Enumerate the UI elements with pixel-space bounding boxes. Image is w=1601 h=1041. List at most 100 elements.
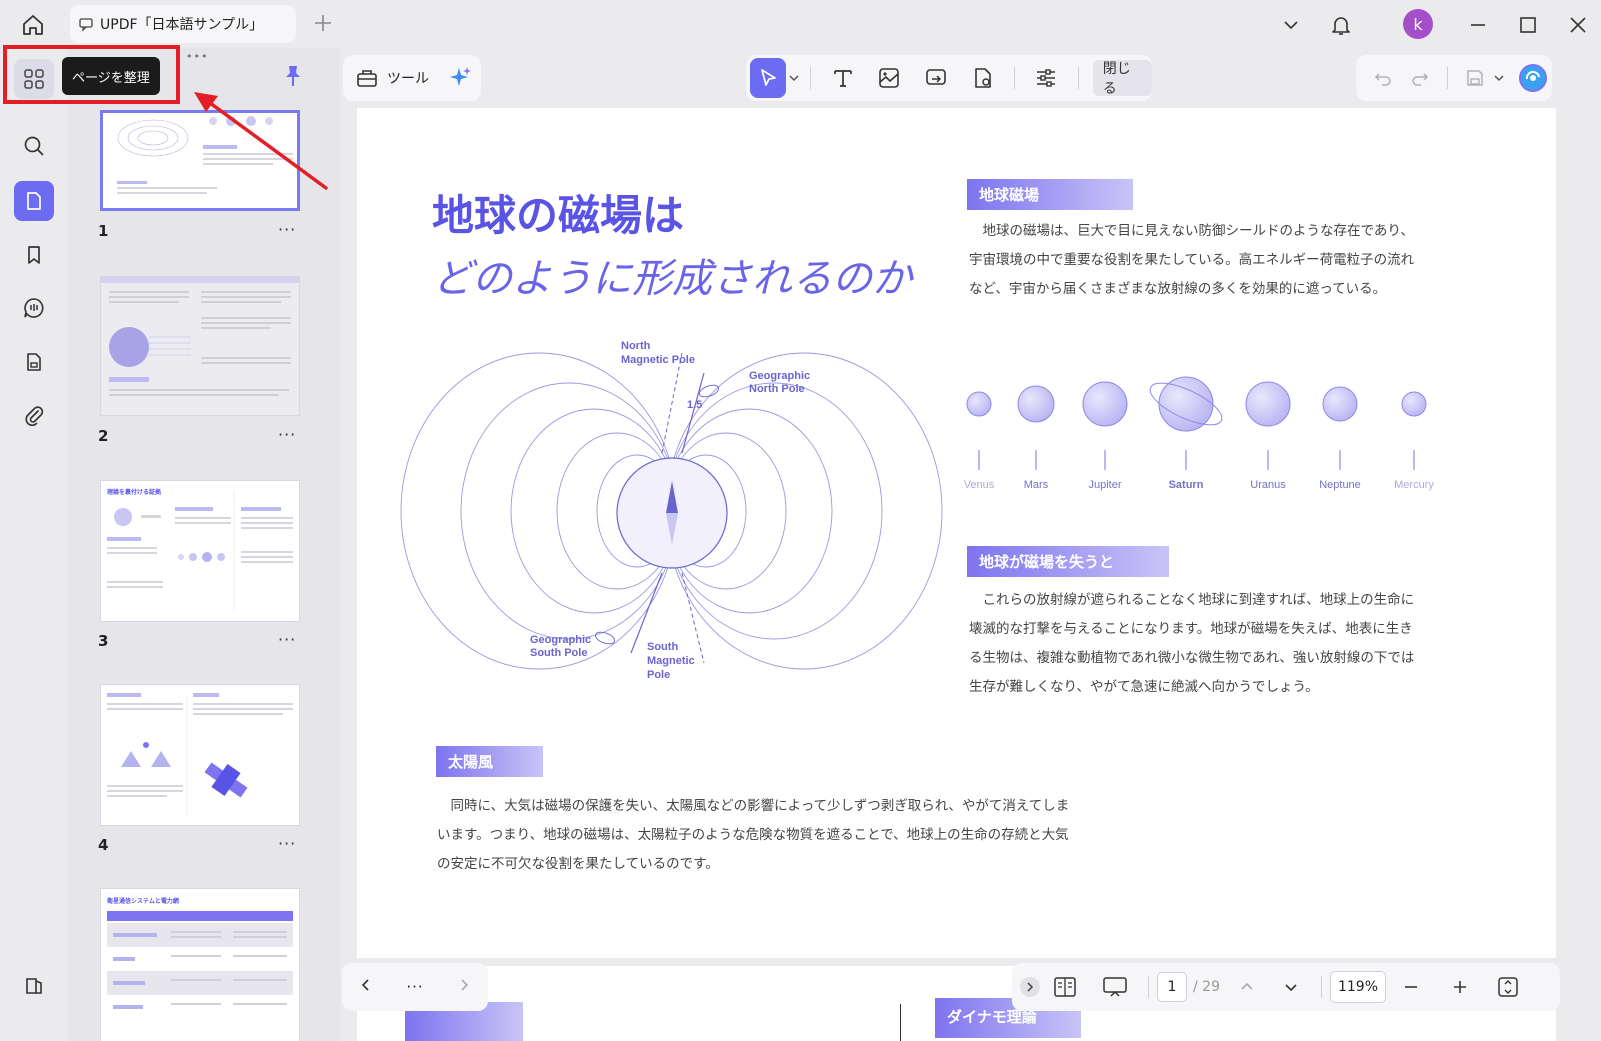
next-page-icon[interactable] <box>456 977 472 997</box>
document-tab-title: UPDF「日本語サンプル」 <box>100 17 264 33</box>
current-page-input[interactable]: 1 <box>1157 972 1187 1002</box>
close-window-icon[interactable] <box>1563 10 1593 40</box>
layers-icon <box>26 978 42 994</box>
link-tool-button[interactable] <box>913 58 960 98</box>
paperclip-icon <box>25 406 44 426</box>
body-line: る生物は、複雑な動植物であれ微小な微生物であれ、強い放射線の下では <box>969 650 1415 666</box>
more-tools-button[interactable] <box>14 966 54 1006</box>
thumbnail-more-button[interactable]: ··· <box>278 220 296 239</box>
geographic-south-pole-label: Geographic <box>530 634 591 646</box>
tools-toolbar: ツール <box>343 55 481 101</box>
undo-icon[interactable] <box>1364 58 1401 98</box>
planet-label: Mercury <box>1394 479 1434 491</box>
north-magnetic-pole-label: Magnetic Pole <box>621 354 695 366</box>
planet-label: Mars <box>1024 479 1049 491</box>
thumbnail-page-number: 3 <box>98 632 109 650</box>
north-magnetic-pole-label: North <box>621 340 651 352</box>
sliders-icon <box>1037 69 1056 87</box>
page-subtitle: どのように形成されるのか <box>432 256 912 302</box>
page-title: 地球の磁場は <box>432 191 685 240</box>
angle-label: 1.5 <box>687 399 702 411</box>
add-tab-icon[interactable] <box>312 12 334 34</box>
tools-button[interactable]: ツール <box>387 68 429 88</box>
body-line: の安定に不可欠な役割を果たしているのです。 <box>437 856 719 872</box>
document-page: 地球の磁場は どのように形成されるのか 地球磁場 地球の磁場は、巨大で目に見えな… <box>357 108 1556 958</box>
section-heading: 地球が磁場を失うと <box>967 546 1169 577</box>
document-tab[interactable]: UPDF「日本語サンプル」 <box>70 5 296 43</box>
divider <box>1148 976 1149 998</box>
avatar[interactable]: k <box>1403 9 1433 39</box>
chevron-up-icon[interactable] <box>1225 979 1269 995</box>
zoom-level-input[interactable]: 119% <box>1330 971 1386 1003</box>
image-tool-button[interactable] <box>866 58 913 98</box>
page-thumbnail-2[interactable] <box>100 276 300 416</box>
comments-button[interactable] <box>14 288 54 328</box>
nav-more-button[interactable]: ··· <box>406 978 423 996</box>
section-body: これらの放射線が遮られることなく地球に到達すれば、地球上の生命に 壊滅的な打撃を… <box>969 586 1414 702</box>
thumbnails-button[interactable] <box>14 181 54 221</box>
ai-assistant-icon[interactable] <box>1515 58 1552 98</box>
divider <box>1446 67 1448 89</box>
thumbnail-preview: 理論を裏付ける証拠 <box>107 488 293 611</box>
planet-label: Saturn <box>1169 479 1204 491</box>
properties-button[interactable] <box>1023 58 1070 98</box>
thumbnail-more-button[interactable]: ··· <box>278 834 296 853</box>
minimize-icon[interactable] <box>1463 10 1493 40</box>
attachments-button[interactable] <box>14 395 54 435</box>
thumbnail-heading: 理論を裏付ける証拠 <box>107 488 162 496</box>
chevron-down-icon[interactable] <box>1269 979 1313 995</box>
geographic-north-pole-label: North Pole <box>749 383 805 395</box>
page-nav-bar: ··· <box>342 963 488 1011</box>
save-icon[interactable] <box>1456 58 1493 98</box>
search-button[interactable] <box>14 126 54 166</box>
planet-label: Uranus <box>1250 479 1286 491</box>
chevron-down-icon[interactable] <box>1493 69 1506 88</box>
thumbnail-page-number: 1 <box>98 222 109 240</box>
geographic-north-pole-label: Geographic <box>749 370 810 382</box>
zoom-in-icon[interactable] <box>1436 979 1484 995</box>
thumbnail-preview <box>107 693 293 815</box>
close-edit-button[interactable]: 閉じる <box>1092 60 1152 97</box>
form-button[interactable] <box>14 342 54 382</box>
edit-toolbar: 閉じる <box>746 55 1152 101</box>
divider <box>1077 67 1079 89</box>
ai-sparkle-icon[interactable] <box>447 65 473 91</box>
saturn-planet <box>1158 376 1214 432</box>
link-icon <box>926 69 946 85</box>
page-layout-icon[interactable] <box>1040 976 1090 998</box>
body-line: います。つまり、地球の磁場は、太陽粒子のような危険な物質を遮ることで、地球上の生… <box>437 827 1069 843</box>
bookmark-icon <box>28 246 40 264</box>
section-body: 地球の磁場は、巨大で目に見えない防御シールドのような存在であり、 宇宙環境の中で… <box>969 217 1414 304</box>
thumbnail-more-button[interactable]: ··· <box>278 630 296 649</box>
panel-drag-handle[interactable]: ••• <box>186 50 208 63</box>
jupiter-planet <box>1082 381 1128 427</box>
maximize-icon[interactable] <box>1513 10 1543 40</box>
redo-icon[interactable] <box>1401 58 1438 98</box>
text-tool-button[interactable] <box>819 58 866 98</box>
planet-label: Jupiter <box>1088 479 1121 491</box>
mars-planet <box>1017 385 1055 423</box>
presentation-icon[interactable] <box>1090 976 1140 998</box>
zoom-out-icon[interactable] <box>1386 979 1436 995</box>
page-thumbnail-4[interactable] <box>100 684 300 826</box>
expand-icon[interactable] <box>1020 977 1040 997</box>
body-line: 壊滅的な打撃を与えることになります。地球が磁場を失えば、地表に生き <box>969 621 1413 637</box>
body-line: 宇宙環境の中で重要な役割を果たしている。高エネルギー荷電粒子の流れ <box>969 252 1415 268</box>
prev-page-icon[interactable] <box>358 977 374 997</box>
planets-illustration: Venus Mars Jupiter Saturn Uranus Neptune… <box>964 376 1434 491</box>
chevron-down-icon[interactable] <box>786 72 803 84</box>
page-thumbnail-3[interactable]: 理論を裏付ける証拠 <box>100 480 300 622</box>
page-thumbnail-5[interactable]: 衛星通信システムと電力網 <box>100 888 300 1041</box>
thumbnail-heading: 衛星通信システムと電力網 <box>106 897 179 905</box>
home-icon[interactable] <box>18 10 48 40</box>
thumbnail-panel: 1 ··· 2 ··· 理論を裏付ける証拠 3 ··· 4 ··· 衛星通信シス… <box>68 48 340 1041</box>
stamp-tool-button[interactable] <box>959 58 1006 98</box>
bell-icon[interactable] <box>1326 10 1356 40</box>
toolbox-icon <box>357 70 377 87</box>
planet-label: Neptune <box>1319 479 1361 491</box>
select-tool-button[interactable] <box>750 58 786 98</box>
chevron-down-icon[interactable] <box>1276 10 1306 40</box>
fit-page-icon[interactable] <box>1484 976 1532 998</box>
thumbnail-more-button[interactable]: ··· <box>278 425 296 444</box>
bookmarks-button[interactable] <box>14 235 54 275</box>
